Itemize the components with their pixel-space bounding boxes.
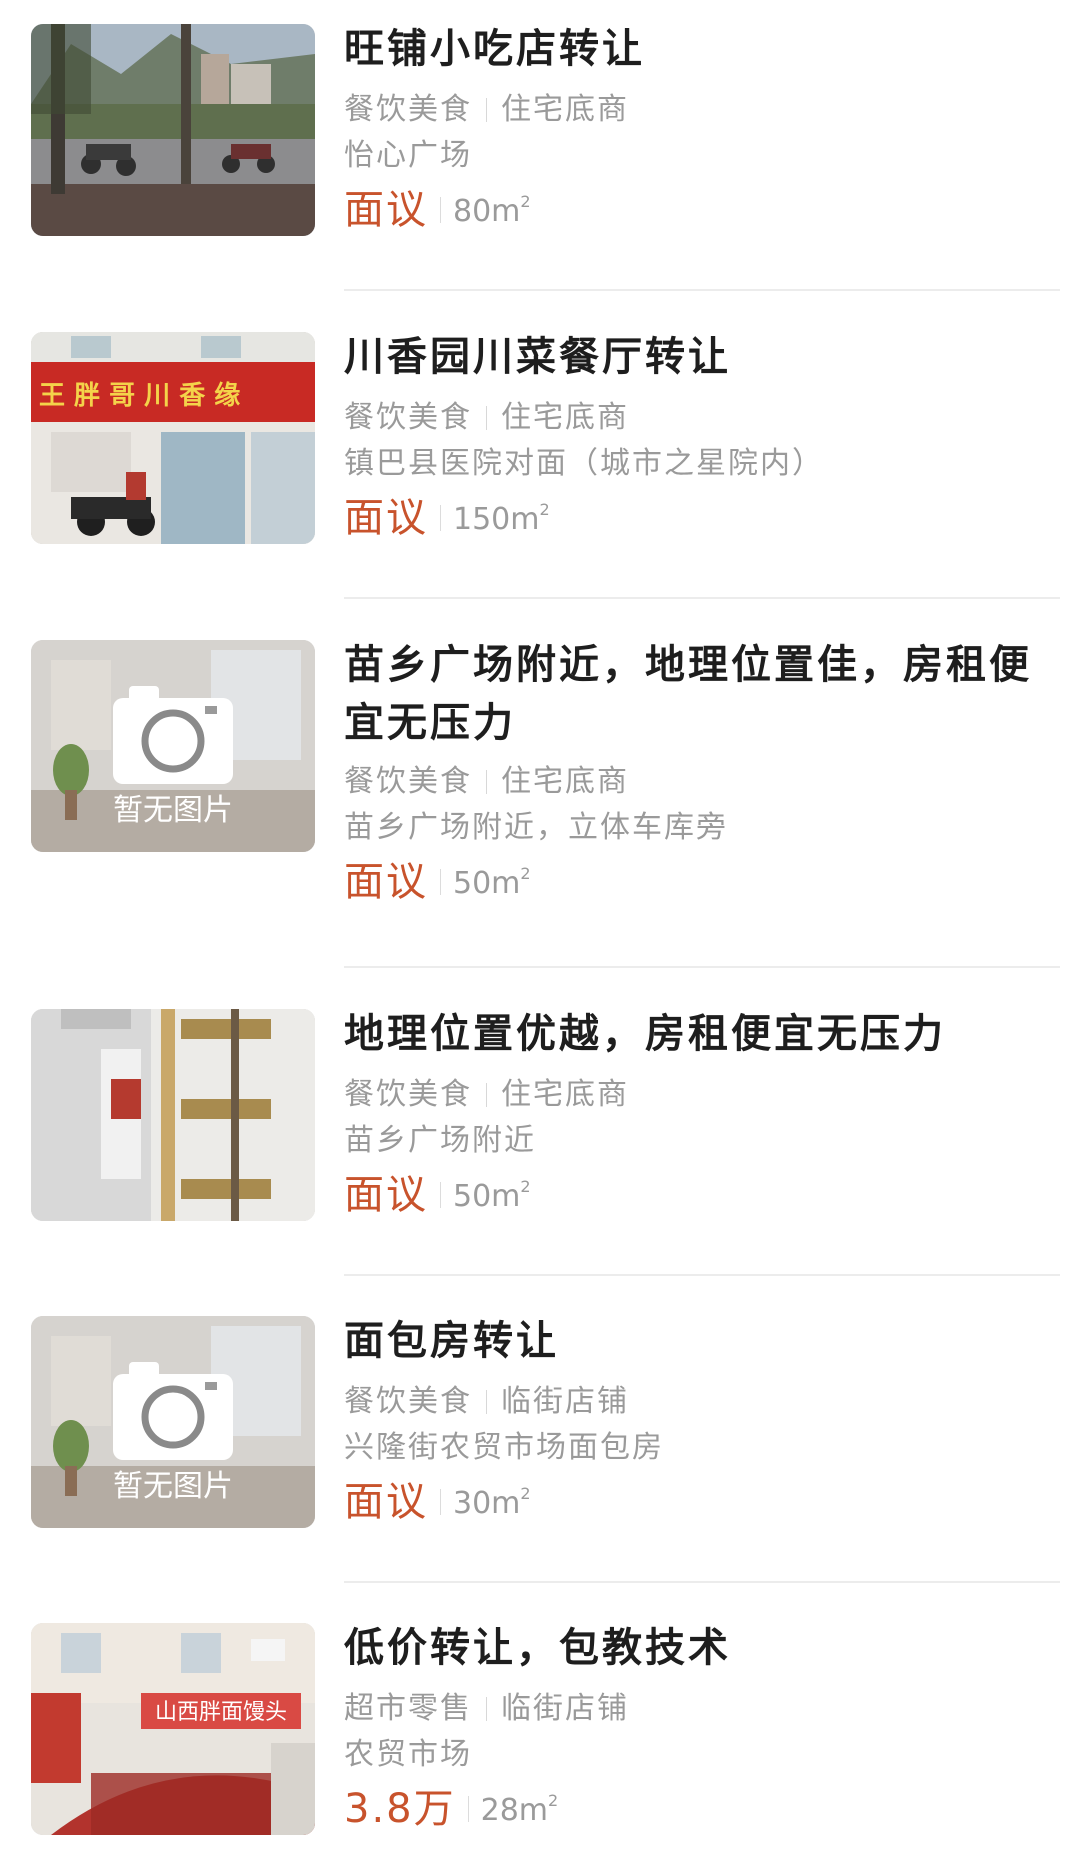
price-row: 面议 150m2: [344, 490, 1062, 546]
price-separator: [440, 1489, 441, 1515]
price-row: 面议 50m2: [344, 1167, 1062, 1223]
listing-title[interactable]: 川香园川菜餐厅转让: [344, 328, 1062, 386]
listing-title[interactable]: 面包房转让: [344, 1312, 1062, 1370]
area-superscript: 2: [520, 1176, 531, 1196]
listing-price: 面议: [344, 1172, 428, 1218]
category-tag: 餐饮美食: [344, 92, 472, 127]
listing-price: 面议: [344, 859, 428, 905]
listing-title[interactable]: 低价转让，包教技术: [344, 1619, 1062, 1677]
no-image-text: 暂无图片: [113, 1469, 233, 1504]
no-image-placeholder: 暂无图片: [31, 640, 315, 852]
listing-area: 80m2: [453, 191, 531, 229]
category-tag: 餐饮美食: [344, 764, 472, 799]
category-tag: 餐饮美食: [344, 1077, 472, 1112]
tag-separator: [486, 1390, 487, 1414]
type-tag: 住宅底商: [501, 400, 629, 435]
area-value: 30m: [453, 1485, 521, 1521]
storefront-photo-image: 王 胖 哥 川 香 缘: [31, 332, 315, 544]
listing-thumbnail[interactable]: [31, 24, 315, 236]
type-tag: 住宅底商: [501, 764, 629, 799]
price-row: 面议 50m2: [344, 854, 1062, 910]
tag-separator: [486, 770, 487, 794]
price-row: 3.8万 28m2: [344, 1781, 1062, 1837]
area-value: 28m: [480, 1792, 549, 1828]
category-tag: 餐饮美食: [344, 1384, 472, 1419]
type-tag: 住宅底商: [501, 1077, 629, 1112]
shop-sign: 山西胖面馒头: [155, 1700, 287, 1725]
divider: [344, 289, 1060, 291]
listing-title[interactable]: 旺铺小吃店转让: [344, 20, 1062, 78]
area-value: 150m: [453, 501, 540, 537]
area-superscript: 2: [520, 191, 531, 211]
listing-tags: 餐饮美食 住宅底商: [344, 90, 1062, 130]
storefront-sign: 王 胖 哥 川 香 缘: [39, 381, 240, 411]
shop-photo-image: 山西胖面馒头: [31, 1623, 315, 1835]
type-tag: 住宅底商: [501, 92, 629, 127]
area-superscript: 2: [520, 1483, 531, 1503]
listing-area: 28m2: [480, 1790, 559, 1828]
tag-separator: [486, 98, 487, 122]
listing-thumbnail[interactable]: 暂无图片: [31, 640, 315, 852]
category-tag: 超市零售: [344, 1691, 472, 1726]
listing-thumbnail[interactable]: [31, 1009, 315, 1221]
listing-address: 农贸市场: [344, 1737, 472, 1772]
listing-thumbnail[interactable]: 暂无图片: [31, 1316, 315, 1528]
price-separator: [440, 869, 441, 895]
price-separator: [440, 505, 441, 531]
listing-address: 兴隆街农贸市场面包房: [344, 1430, 664, 1465]
divider: [344, 597, 1060, 599]
listing-area: 50m2: [453, 1176, 531, 1214]
listing-address: 苗乡广场附近，立体车库旁: [344, 810, 728, 845]
listing-thumbnail[interactable]: 王 胖 哥 川 香 缘: [31, 332, 315, 544]
area-superscript: 2: [539, 499, 550, 519]
area-superscript: 2: [520, 863, 531, 883]
price-row: 面议 80m2: [344, 182, 1062, 238]
price-row: 面议 30m2: [344, 1474, 1062, 1530]
listing-price: 面议: [344, 1479, 428, 1525]
listing-tags: 餐饮美食 住宅底商: [344, 762, 1062, 802]
listing-tags: 超市零售 临街店铺: [344, 1689, 1062, 1729]
listing-address: 怡心广场: [344, 138, 472, 173]
street-photo-image: [31, 24, 315, 236]
price-separator: [440, 197, 441, 223]
area-superscript: 2: [548, 1790, 559, 1810]
listing-thumbnail[interactable]: 山西胖面馒头: [31, 1623, 315, 1835]
listing-price: 3.8万: [344, 1786, 456, 1832]
no-image-text: 暂无图片: [113, 793, 233, 828]
listing-address: 苗乡广场附近: [344, 1123, 536, 1158]
type-tag: 临街店铺: [501, 1691, 629, 1726]
listing-tags: 餐饮美食 住宅底商: [344, 1075, 1062, 1115]
listing-area: 30m2: [453, 1483, 531, 1521]
tag-separator: [486, 1083, 487, 1107]
listing-price: 面议: [344, 187, 428, 233]
divider: [344, 966, 1060, 968]
tag-separator: [486, 406, 487, 430]
divider: [344, 1581, 1060, 1583]
price-separator: [440, 1182, 441, 1208]
type-tag: 临街店铺: [501, 1384, 629, 1419]
listing-area: 150m2: [453, 499, 550, 537]
no-image-placeholder: 暂无图片: [31, 1316, 315, 1528]
listing-tags: 餐饮美食 临街店铺: [344, 1382, 1062, 1422]
listing-title[interactable]: 苗乡广场附近，地理位置佳，房租便宜无压力: [344, 636, 1062, 752]
category-tag: 餐饮美食: [344, 400, 472, 435]
interior-photo-image: [31, 1009, 315, 1221]
listing-title[interactable]: 地理位置优越，房租便宜无压力: [344, 1005, 1062, 1063]
listing-area: 50m2: [453, 863, 531, 901]
listing-price: 面议: [344, 495, 428, 541]
price-separator: [467, 1796, 469, 1822]
listing-address: 镇巴县医院对面（城市之星院内）: [344, 446, 824, 481]
area-value: 50m: [453, 1178, 521, 1214]
divider: [344, 1274, 1060, 1276]
tag-separator: [486, 1697, 487, 1721]
area-value: 80m: [453, 193, 521, 229]
listing-tags: 餐饮美食 住宅底商: [344, 398, 1062, 438]
area-value: 50m: [453, 865, 521, 901]
